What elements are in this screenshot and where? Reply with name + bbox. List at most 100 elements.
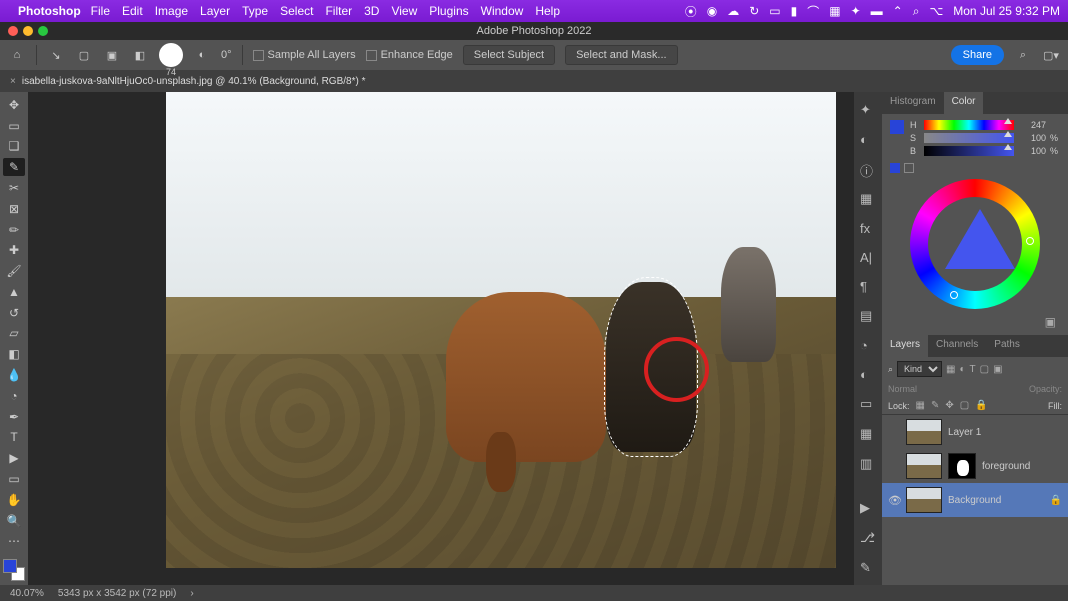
close-tab-icon[interactable]: × [10, 76, 16, 87]
brushes-icon[interactable]: fx [860, 221, 876, 236]
clone-stamp-tool[interactable]: ▲ [3, 283, 25, 301]
workspace-switcher-icon[interactable]: ▢▾ [1042, 46, 1060, 64]
crop-tool[interactable]: ✂ [3, 179, 25, 197]
close-window-button[interactable] [8, 26, 18, 36]
healing-brush-tool[interactable]: ✚ [3, 241, 25, 259]
menubar-clock[interactable]: Mon Jul 25 9:32 PM [953, 4, 1060, 18]
spotlight-icon[interactable]: ✦ [851, 4, 861, 18]
adjustments-icon[interactable]: ◐ [860, 132, 876, 147]
blend-mode-dropdown[interactable]: Normal [888, 384, 917, 394]
lasso-tool[interactable]: ❑ [3, 138, 25, 156]
layers-dock-icon[interactable]: ▥ [860, 456, 876, 472]
saturation-value[interactable]: 100 [1018, 133, 1046, 143]
dodge-tool[interactable]: ◔ [3, 387, 25, 405]
filter-search-icon[interactable]: ⌕ [888, 364, 893, 375]
record-icon[interactable]: ⦿ [685, 3, 697, 20]
color-swatches[interactable] [890, 120, 904, 134]
mini-swatch-b[interactable] [904, 163, 914, 173]
brush-settings-icon[interactable]: ✎ [860, 560, 876, 576]
new-selection-icon[interactable]: ▢ [75, 46, 93, 64]
hue-value[interactable]: 247 [1018, 120, 1046, 130]
angle-icon[interactable]: ◐ [193, 46, 211, 64]
menu-filter[interactable]: Filter [325, 4, 352, 18]
filter-pixel-icon[interactable]: ▦ [946, 364, 955, 375]
channels-tab[interactable]: Channels [928, 335, 986, 357]
share-button[interactable]: Share [951, 45, 1004, 65]
rainbow-icon[interactable]: ⌒ [807, 3, 819, 20]
blur-tool[interactable]: 💧 [3, 366, 25, 384]
layer-row-background[interactable]: 👁 Background 🔒 [882, 483, 1068, 517]
filter-shape-icon[interactable]: ▢ [980, 364, 989, 375]
path-selection-tool[interactable]: ▶ [3, 449, 25, 467]
lock-transparency-icon[interactable]: ▦ [916, 400, 925, 411]
battery-icon[interactable]: ▬ [871, 4, 883, 18]
brightness-slider[interactable] [924, 146, 1014, 156]
layer-row-foreground[interactable]: foreground [882, 449, 1068, 483]
history-icon[interactable]: ◔ [860, 338, 876, 353]
layer-row-layer1[interactable]: Layer 1 [882, 415, 1068, 449]
lock-all-icon[interactable]: 🔒 [975, 400, 987, 411]
minimize-window-button[interactable] [23, 26, 33, 36]
rectangle-tool[interactable]: ▭ [3, 470, 25, 488]
swatches-icon[interactable]: ▦ [860, 191, 876, 207]
filter-type-icon[interactable]: T [970, 364, 976, 375]
layer-thumbnail[interactable] [906, 419, 942, 445]
hand-tool[interactable]: ✋ [3, 491, 25, 509]
styles-icon[interactable]: ▤ [860, 308, 876, 324]
color-panel-expand-icon[interactable]: ▣ [1045, 315, 1056, 329]
menu-layer[interactable]: Layer [200, 4, 230, 18]
tool-preset-picker[interactable]: ↘ [47, 46, 65, 64]
color-wheel[interactable] [910, 179, 1040, 309]
control-center-icon[interactable]: ⌥ [929, 4, 943, 18]
select-and-mask-button[interactable]: Select and Mask... [565, 45, 678, 65]
visibility-toggle[interactable]: 👁 [888, 494, 900, 507]
properties-icon[interactable]: ◐ [860, 367, 876, 382]
menu-select[interactable]: Select [280, 4, 313, 18]
character-icon[interactable]: A| [860, 250, 876, 265]
lock-artboard-icon[interactable]: ▢ [960, 400, 969, 411]
brush-tool[interactable]: 🖌 [3, 262, 25, 280]
pen-tool[interactable]: ✒ [3, 408, 25, 426]
status-more-icon[interactable]: › [190, 588, 193, 599]
layer-name[interactable]: Background [948, 495, 1001, 506]
layer-thumbnail[interactable] [906, 487, 942, 513]
sync-icon[interactable]: ↻ [749, 4, 759, 18]
channels-dock-icon[interactable]: ▦ [860, 426, 876, 442]
home-icon[interactable]: ⌂ [8, 46, 26, 64]
timeline-play-icon[interactable]: ▶ [860, 500, 876, 516]
layer-thumbnail[interactable] [906, 453, 942, 479]
filter-adjust-icon[interactable]: ◐ [960, 364, 966, 375]
bookmark-icon[interactable]: ▮ [791, 4, 798, 18]
select-subject-button[interactable]: Select Subject [463, 45, 555, 65]
lock-position-icon[interactable]: ✥ [945, 400, 953, 411]
zoom-window-button[interactable] [38, 26, 48, 36]
actions-icon[interactable]: ▭ [860, 396, 876, 412]
gradient-tool[interactable]: ◧ [3, 345, 25, 363]
modifier-icon[interactable]: ⎇ [860, 530, 876, 546]
display-icon[interactable]: ▭ [769, 4, 780, 18]
zoom-tool[interactable]: 🔍 [3, 512, 25, 530]
move-tool[interactable]: ✥ [3, 96, 25, 114]
layer-name[interactable]: foreground [982, 461, 1030, 472]
canvas-area[interactable] [28, 92, 854, 585]
paragraph-icon[interactable]: ¶ [860, 279, 876, 294]
camera-icon[interactable]: ◉ [707, 4, 717, 18]
grid-icon[interactable]: ▦ [829, 4, 840, 18]
cloud-icon[interactable]: ☁ [727, 4, 739, 18]
eraser-tool[interactable]: ▱ [3, 325, 25, 343]
hue-slider[interactable] [924, 120, 1014, 130]
histogram-tab[interactable]: Histogram [882, 92, 944, 114]
document-dimensions[interactable]: 5343 px x 3542 px (72 ppi) [58, 588, 176, 599]
paths-tab[interactable]: Paths [986, 335, 1028, 357]
document-canvas[interactable] [166, 92, 836, 568]
menu-plugins[interactable]: Plugins [429, 4, 468, 18]
frame-tool[interactable]: ⊠ [3, 200, 25, 218]
menu-window[interactable]: Window [481, 4, 524, 18]
angle-value[interactable]: 0° [221, 49, 232, 61]
layer-filter-kind[interactable]: Kind [897, 361, 942, 377]
menu-3d[interactable]: 3D [364, 4, 379, 18]
color-tab[interactable]: Color [944, 92, 984, 114]
quick-selection-tool[interactable]: ✎ [3, 158, 25, 176]
saturation-slider[interactable] [924, 133, 1014, 143]
eyedropper-tool[interactable]: ✏ [3, 221, 25, 239]
